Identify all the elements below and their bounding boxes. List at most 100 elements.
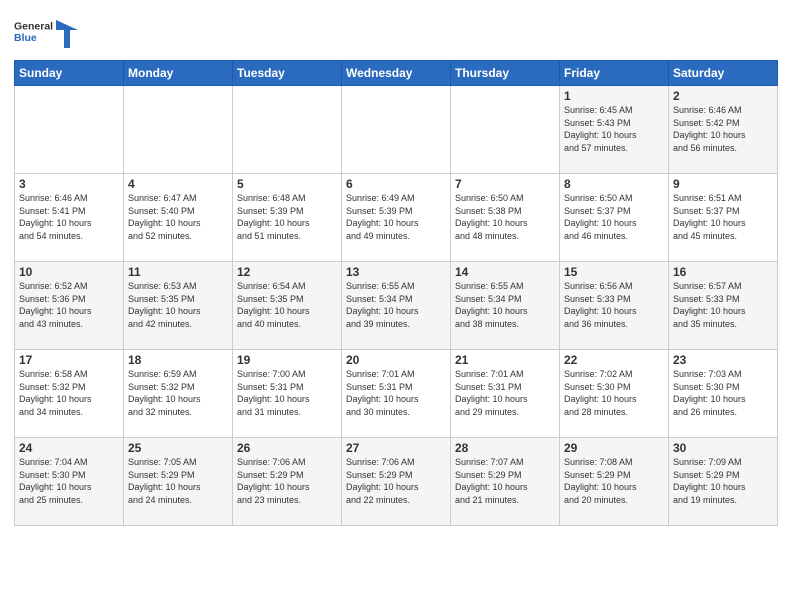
day-info: Sunrise: 7:06 AM Sunset: 5:29 PM Dayligh…: [346, 456, 446, 506]
logo-bird-icon: [56, 10, 78, 52]
day-cell: 22Sunrise: 7:02 AM Sunset: 5:30 PM Dayli…: [560, 350, 669, 438]
col-header-tuesday: Tuesday: [233, 61, 342, 86]
day-cell: [233, 86, 342, 174]
day-number: 23: [673, 353, 773, 367]
day-cell: 26Sunrise: 7:06 AM Sunset: 5:29 PM Dayli…: [233, 438, 342, 526]
day-number: 28: [455, 441, 555, 455]
day-cell: 3Sunrise: 6:46 AM Sunset: 5:41 PM Daylig…: [15, 174, 124, 262]
day-info: Sunrise: 6:53 AM Sunset: 5:35 PM Dayligh…: [128, 280, 228, 330]
day-info: Sunrise: 6:51 AM Sunset: 5:37 PM Dayligh…: [673, 192, 773, 242]
header: General Blue: [14, 10, 778, 52]
day-number: 12: [237, 265, 337, 279]
day-cell: 20Sunrise: 7:01 AM Sunset: 5:31 PM Dayli…: [342, 350, 451, 438]
day-number: 7: [455, 177, 555, 191]
day-number: 1: [564, 89, 664, 103]
day-cell: 10Sunrise: 6:52 AM Sunset: 5:36 PM Dayli…: [15, 262, 124, 350]
day-cell: 7Sunrise: 6:50 AM Sunset: 5:38 PM Daylig…: [451, 174, 560, 262]
day-cell: [342, 86, 451, 174]
day-number: 3: [19, 177, 119, 191]
day-number: 9: [673, 177, 773, 191]
day-number: 20: [346, 353, 446, 367]
day-info: Sunrise: 7:06 AM Sunset: 5:29 PM Dayligh…: [237, 456, 337, 506]
day-info: Sunrise: 6:49 AM Sunset: 5:39 PM Dayligh…: [346, 192, 446, 242]
col-header-sunday: Sunday: [15, 61, 124, 86]
day-number: 5: [237, 177, 337, 191]
day-number: 26: [237, 441, 337, 455]
day-info: Sunrise: 6:57 AM Sunset: 5:33 PM Dayligh…: [673, 280, 773, 330]
day-number: 8: [564, 177, 664, 191]
day-cell: 2Sunrise: 6:46 AM Sunset: 5:42 PM Daylig…: [669, 86, 778, 174]
day-info: Sunrise: 7:01 AM Sunset: 5:31 PM Dayligh…: [346, 368, 446, 418]
day-info: Sunrise: 7:01 AM Sunset: 5:31 PM Dayligh…: [455, 368, 555, 418]
day-info: Sunrise: 7:04 AM Sunset: 5:30 PM Dayligh…: [19, 456, 119, 506]
day-cell: [124, 86, 233, 174]
day-number: 22: [564, 353, 664, 367]
col-header-saturday: Saturday: [669, 61, 778, 86]
day-number: 19: [237, 353, 337, 367]
col-header-friday: Friday: [560, 61, 669, 86]
day-info: Sunrise: 6:52 AM Sunset: 5:36 PM Dayligh…: [19, 280, 119, 330]
day-number: 10: [19, 265, 119, 279]
day-number: 2: [673, 89, 773, 103]
week-row-1: 1Sunrise: 6:45 AM Sunset: 5:43 PM Daylig…: [15, 86, 778, 174]
day-cell: 8Sunrise: 6:50 AM Sunset: 5:37 PM Daylig…: [560, 174, 669, 262]
day-number: 18: [128, 353, 228, 367]
day-number: 24: [19, 441, 119, 455]
day-cell: 23Sunrise: 7:03 AM Sunset: 5:30 PM Dayli…: [669, 350, 778, 438]
day-cell: 11Sunrise: 6:53 AM Sunset: 5:35 PM Dayli…: [124, 262, 233, 350]
logo: General Blue: [14, 10, 78, 52]
day-cell: 27Sunrise: 7:06 AM Sunset: 5:29 PM Dayli…: [342, 438, 451, 526]
day-info: Sunrise: 6:50 AM Sunset: 5:38 PM Dayligh…: [455, 192, 555, 242]
day-number: 25: [128, 441, 228, 455]
day-number: 15: [564, 265, 664, 279]
day-cell: 18Sunrise: 6:59 AM Sunset: 5:32 PM Dayli…: [124, 350, 233, 438]
day-cell: [15, 86, 124, 174]
week-row-2: 3Sunrise: 6:46 AM Sunset: 5:41 PM Daylig…: [15, 174, 778, 262]
day-number: 6: [346, 177, 446, 191]
day-info: Sunrise: 6:59 AM Sunset: 5:32 PM Dayligh…: [128, 368, 228, 418]
day-info: Sunrise: 7:08 AM Sunset: 5:29 PM Dayligh…: [564, 456, 664, 506]
day-cell: 12Sunrise: 6:54 AM Sunset: 5:35 PM Dayli…: [233, 262, 342, 350]
day-number: 17: [19, 353, 119, 367]
col-header-thursday: Thursday: [451, 61, 560, 86]
day-cell: 5Sunrise: 6:48 AM Sunset: 5:39 PM Daylig…: [233, 174, 342, 262]
day-info: Sunrise: 6:54 AM Sunset: 5:35 PM Dayligh…: [237, 280, 337, 330]
day-info: Sunrise: 6:46 AM Sunset: 5:42 PM Dayligh…: [673, 104, 773, 154]
svg-text:Blue: Blue: [14, 32, 37, 44]
day-cell: 1Sunrise: 6:45 AM Sunset: 5:43 PM Daylig…: [560, 86, 669, 174]
day-cell: 25Sunrise: 7:05 AM Sunset: 5:29 PM Dayli…: [124, 438, 233, 526]
day-number: 27: [346, 441, 446, 455]
day-number: 14: [455, 265, 555, 279]
day-cell: 15Sunrise: 6:56 AM Sunset: 5:33 PM Dayli…: [560, 262, 669, 350]
day-info: Sunrise: 6:46 AM Sunset: 5:41 PM Dayligh…: [19, 192, 119, 242]
day-info: Sunrise: 6:48 AM Sunset: 5:39 PM Dayligh…: [237, 192, 337, 242]
day-number: 30: [673, 441, 773, 455]
day-info: Sunrise: 6:55 AM Sunset: 5:34 PM Dayligh…: [455, 280, 555, 330]
day-cell: 24Sunrise: 7:04 AM Sunset: 5:30 PM Dayli…: [15, 438, 124, 526]
col-header-wednesday: Wednesday: [342, 61, 451, 86]
day-number: 16: [673, 265, 773, 279]
calendar-table: SundayMondayTuesdayWednesdayThursdayFrid…: [14, 60, 778, 526]
day-info: Sunrise: 7:09 AM Sunset: 5:29 PM Dayligh…: [673, 456, 773, 506]
header-row: SundayMondayTuesdayWednesdayThursdayFrid…: [15, 61, 778, 86]
day-cell: 21Sunrise: 7:01 AM Sunset: 5:31 PM Dayli…: [451, 350, 560, 438]
day-cell: [451, 86, 560, 174]
day-info: Sunrise: 6:47 AM Sunset: 5:40 PM Dayligh…: [128, 192, 228, 242]
day-cell: 4Sunrise: 6:47 AM Sunset: 5:40 PM Daylig…: [124, 174, 233, 262]
day-info: Sunrise: 6:45 AM Sunset: 5:43 PM Dayligh…: [564, 104, 664, 154]
day-cell: 29Sunrise: 7:08 AM Sunset: 5:29 PM Dayli…: [560, 438, 669, 526]
week-row-5: 24Sunrise: 7:04 AM Sunset: 5:30 PM Dayli…: [15, 438, 778, 526]
logo-icon: General Blue: [14, 10, 56, 52]
day-number: 4: [128, 177, 228, 191]
day-cell: 9Sunrise: 6:51 AM Sunset: 5:37 PM Daylig…: [669, 174, 778, 262]
day-cell: 14Sunrise: 6:55 AM Sunset: 5:34 PM Dayli…: [451, 262, 560, 350]
day-info: Sunrise: 7:00 AM Sunset: 5:31 PM Dayligh…: [237, 368, 337, 418]
day-number: 29: [564, 441, 664, 455]
day-cell: 28Sunrise: 7:07 AM Sunset: 5:29 PM Dayli…: [451, 438, 560, 526]
day-cell: 17Sunrise: 6:58 AM Sunset: 5:32 PM Dayli…: [15, 350, 124, 438]
week-row-3: 10Sunrise: 6:52 AM Sunset: 5:36 PM Dayli…: [15, 262, 778, 350]
day-number: 21: [455, 353, 555, 367]
day-info: Sunrise: 7:07 AM Sunset: 5:29 PM Dayligh…: [455, 456, 555, 506]
day-cell: 19Sunrise: 7:00 AM Sunset: 5:31 PM Dayli…: [233, 350, 342, 438]
col-header-monday: Monday: [124, 61, 233, 86]
